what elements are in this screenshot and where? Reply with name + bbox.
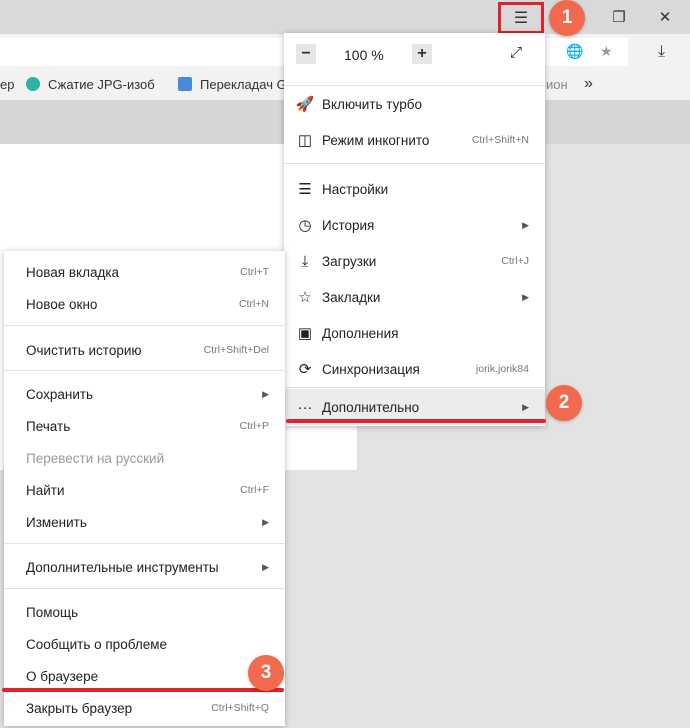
bookmark-item[interactable]: ион — [546, 77, 568, 92]
menu-item-find[interactable]: Найти Ctrl+F — [4, 474, 285, 506]
hamburger-icon: ☰ — [513, 10, 529, 27]
chevron-right-icon: ▶ — [522, 219, 529, 230]
menu-item-downloads[interactable]: ⤓ Загрузки Ctrl+J — [284, 245, 545, 277]
menu-item-clear-history[interactable]: Очистить историю Ctrl+Shift+Del — [4, 334, 285, 366]
zoom-value: 100 % — [344, 47, 384, 63]
translate-icon — [178, 77, 192, 91]
menu-item-print[interactable]: Печать Ctrl+P — [4, 410, 285, 442]
step-badge-1: 1 — [549, 0, 585, 36]
menu-item-more-tools[interactable]: Дополнительные инструменты ▶ — [4, 551, 285, 583]
close-button[interactable]: ✕ — [642, 0, 688, 34]
chevron-right-icon: ▶ — [522, 291, 529, 302]
highlight-underline — [2, 688, 284, 692]
menu-item-translate: Перевести на русский — [26, 450, 165, 466]
rocket-icon: 🚀 — [295, 96, 315, 113]
menu-item-turbo[interactable]: 🚀 Включить турбо — [284, 88, 545, 120]
menu-item-new-tab[interactable]: Новая вкладка Ctrl+T — [4, 256, 285, 288]
chevron-right-icon: ▶ — [522, 401, 529, 412]
star-icon[interactable]: ★ — [600, 43, 613, 60]
zoom-in-button[interactable]: + — [412, 44, 432, 64]
star-outline-icon: ☆ — [298, 289, 312, 306]
bookmark-item[interactable]: Перекладач G — [178, 77, 287, 92]
chevron-right-icon: ▶ — [262, 388, 269, 399]
globe-icon[interactable]: 🌐 — [566, 43, 583, 60]
main-menu: − 100 % + ⤢ 🚀 Включить турбо ◫ Режим инк… — [284, 33, 545, 426]
download-icon[interactable]: ⤓ — [658, 43, 665, 61]
menu-item-edit[interactable]: Изменить ▶ — [4, 506, 285, 538]
download-arrow-icon: ⤓ — [301, 252, 309, 270]
restore-button[interactable]: ❐ — [596, 0, 642, 34]
more-submenu: Новая вкладка Ctrl+T Новое окно Ctrl+N О… — [4, 251, 285, 726]
menu-item-new-window[interactable]: Новое окно Ctrl+N — [4, 288, 285, 320]
step-badge-2: 2 — [546, 385, 582, 421]
restore-icon: ❐ — [612, 9, 626, 26]
title-bar — [0, 0, 690, 34]
menu-item-report-problem[interactable]: Сообщить о проблеме — [4, 628, 285, 660]
sync-icon: ⟳ — [298, 361, 312, 378]
menu-item-sync[interactable]: ⟳ Синхронизация jorik.jorik84 — [284, 353, 545, 385]
chevron-right-icon: ▶ — [262, 561, 269, 572]
settings-sliders-icon: ☰ — [298, 181, 312, 198]
menu-item-help[interactable]: Помощь — [4, 596, 285, 628]
chevron-right-icon: ▶ — [262, 516, 269, 527]
bookmarks-more-icon[interactable]: » — [584, 75, 593, 93]
incognito-mask-icon: ◫ — [297, 132, 313, 149]
bookmark-item[interactable]: Сжатие JPG-изоб — [26, 77, 155, 92]
clock-icon: ◷ — [298, 217, 312, 234]
more-dots-icon: ··· — [297, 398, 313, 416]
menu-item-incognito[interactable]: ◫ Режим инкогнито Ctrl+Shift+N — [284, 124, 545, 156]
zoom-out-button[interactable]: − — [296, 44, 316, 64]
main-menu-button[interactable]: ☰ — [498, 2, 544, 34]
highlight-underline — [286, 419, 546, 423]
menu-item-history[interactable]: ◷ История ▶ — [284, 209, 545, 241]
menu-item-bookmarks[interactable]: ☆ Закладки ▶ — [284, 281, 545, 313]
menu-item-settings[interactable]: ☰ Настройки — [284, 173, 545, 205]
fullscreen-icon[interactable]: ⤢ — [510, 44, 522, 61]
extensions-icon: ▣ — [297, 325, 313, 342]
menu-item-extensions[interactable]: ▣ Дополнения — [284, 317, 545, 349]
step-badge-3: 3 — [248, 655, 284, 691]
menu-item-close-browser[interactable]: Закрыть браузер Ctrl+Shift+Q — [4, 692, 285, 724]
bookmark-site-icon — [26, 77, 40, 91]
close-icon: ✕ — [658, 9, 672, 26]
menu-item-save[interactable]: Сохранить ▶ — [4, 378, 285, 410]
bookmark-item[interactable]: ер — [0, 77, 14, 92]
